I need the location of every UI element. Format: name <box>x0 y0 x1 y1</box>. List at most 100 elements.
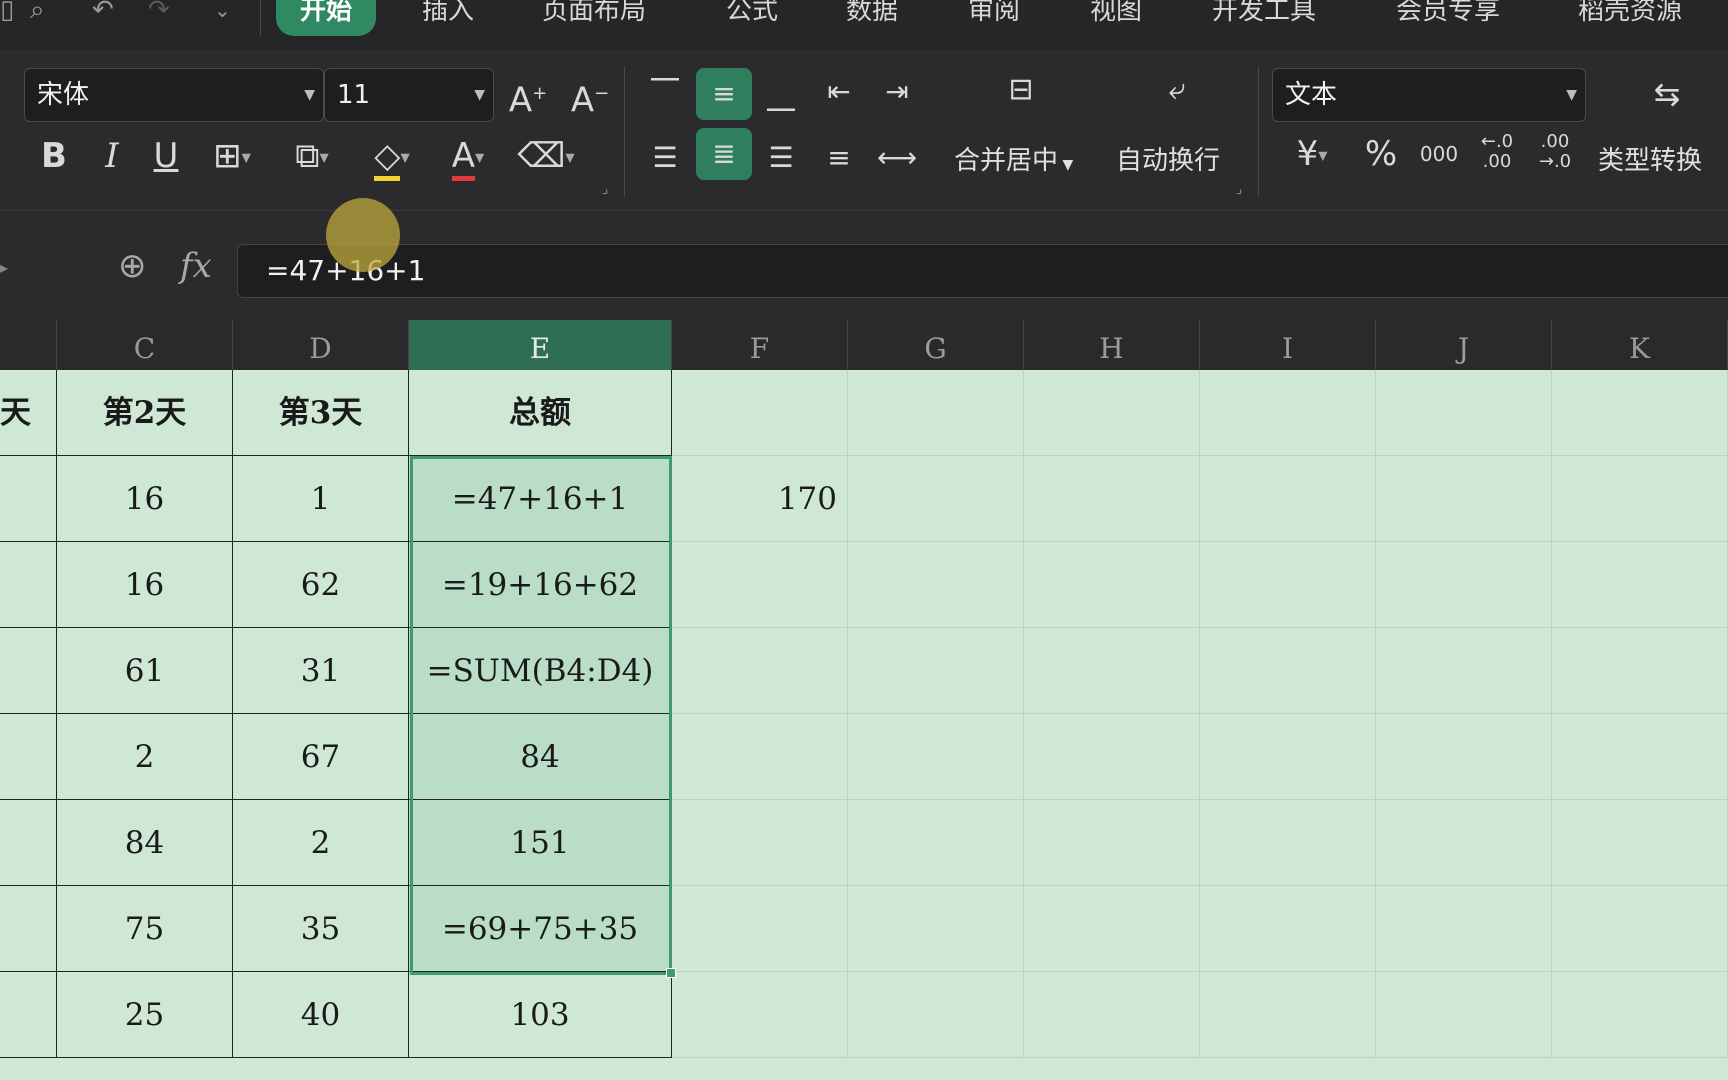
merge-center-icon[interactable]: ⊟ <box>990 70 1052 120</box>
cell[interactable] <box>1376 542 1552 628</box>
cell[interactable] <box>1024 628 1200 714</box>
cell[interactable] <box>1024 456 1200 542</box>
cell[interactable] <box>0 456 57 542</box>
table-cell[interactable]: 84 <box>57 800 233 886</box>
cell[interactable] <box>1552 370 1728 456</box>
type-convert-button[interactable]: 类型转换 <box>1598 146 1702 176</box>
cell[interactable] <box>1024 542 1200 628</box>
header-cell[interactable]: 总额 <box>409 370 672 456</box>
fill-handle[interactable] <box>666 968 676 978</box>
decrease-font-icon[interactable]: A− <box>566 74 614 120</box>
cell[interactable] <box>1024 714 1200 800</box>
cell[interactable] <box>1200 972 1376 1058</box>
decrease-decimal-icon[interactable]: .00 →.0 <box>1530 132 1580 172</box>
type-convert-icon[interactable]: ⇆ <box>1636 74 1698 114</box>
table-cell[interactable]: 1 <box>233 456 409 542</box>
cell[interactable] <box>1376 714 1552 800</box>
align-center-icon[interactable]: ≣ <box>696 128 752 180</box>
cell[interactable] <box>0 714 57 800</box>
column-header-i[interactable]: I <box>1200 320 1376 370</box>
cell[interactable] <box>848 628 1024 714</box>
table-cell[interactable]: 25 <box>57 972 233 1058</box>
cell[interactable] <box>1200 370 1376 456</box>
column-header-c[interactable]: C <box>57 320 233 370</box>
cell[interactable] <box>848 714 1024 800</box>
increase-font-icon[interactable]: A+ <box>504 74 552 120</box>
cell[interactable] <box>1024 800 1200 886</box>
align-bottom-icon[interactable]: ⎽ <box>758 76 804 116</box>
bold-icon[interactable]: B <box>34 136 74 176</box>
cell[interactable] <box>0 972 57 1058</box>
tab-page-layout[interactable]: 页面布局 <box>542 0 646 36</box>
font-dialog-launcher-icon[interactable]: ⌟ <box>598 182 612 196</box>
cell[interactable] <box>1376 456 1552 542</box>
zoom-search-icon[interactable]: ⊕ <box>118 246 147 286</box>
tab-member[interactable]: 会员专享 <box>1396 0 1500 36</box>
tab-home[interactable]: 开始 <box>276 0 377 36</box>
table-cell[interactable]: 16 <box>57 542 233 628</box>
number-format-select[interactable]: 文本 ▼ <box>1272 68 1586 122</box>
table-cell[interactable]: 2 <box>57 714 233 800</box>
table-cell[interactable]: 103 <box>409 972 672 1058</box>
cell[interactable] <box>848 800 1024 886</box>
distributed-align-icon[interactable]: ⟷ <box>874 138 920 178</box>
align-top-icon[interactable]: ⎺ <box>642 72 688 112</box>
cell[interactable] <box>1200 542 1376 628</box>
print-preview-icon[interactable]: ⌕ <box>30 0 45 28</box>
align-middle-icon[interactable]: ≡ <box>696 68 752 120</box>
cell[interactable] <box>848 972 1024 1058</box>
customize-toolbar-icon[interactable]: ⌄ <box>214 0 231 28</box>
table-cell[interactable] <box>672 886 848 972</box>
name-box-dropdown-icon[interactable]: ▸ <box>0 258 8 277</box>
cell[interactable] <box>1200 714 1376 800</box>
cell[interactable] <box>1552 714 1728 800</box>
table-cell[interactable]: 62 <box>233 542 409 628</box>
decrease-indent-icon[interactable]: ⇤ <box>816 72 862 112</box>
save-icon[interactable]: ▯ <box>0 0 14 28</box>
increase-decimal-icon[interactable]: ←.0 .00 <box>1472 132 1522 172</box>
table-cell[interactable] <box>672 972 848 1058</box>
table-cell[interactable]: 16 <box>57 456 233 542</box>
tab-developer[interactable]: 开发工具 <box>1212 0 1316 36</box>
font-color-icon[interactable]: A▼ <box>436 136 500 181</box>
font-size-select[interactable]: 11 ▼ <box>324 68 494 122</box>
column-header-partial[interactable] <box>0 320 57 370</box>
cell[interactable] <box>1552 972 1728 1058</box>
tab-data[interactable]: 数据 <box>846 0 898 36</box>
wrap-text-icon[interactable]: ⤶ <box>1146 70 1208 120</box>
cell[interactable] <box>1376 886 1552 972</box>
cell[interactable] <box>672 370 848 456</box>
table-cell[interactable]: 75 <box>57 886 233 972</box>
cell[interactable] <box>848 542 1024 628</box>
percent-icon[interactable]: % <box>1358 134 1404 174</box>
tab-formulas[interactable]: 公式 <box>726 0 778 36</box>
align-right-icon[interactable]: ☰ <box>758 138 804 178</box>
cell[interactable] <box>0 886 57 972</box>
header-cell[interactable]: 第2天 <box>57 370 233 456</box>
wrap-text-button[interactable]: 自动换行 <box>1116 146 1220 176</box>
font-name-select[interactable]: 宋体 ▼ <box>24 68 324 122</box>
fill-color-icon[interactable]: ◇▼ <box>358 136 426 181</box>
cell[interactable] <box>1200 628 1376 714</box>
tab-docer[interactable]: 稻壳资源 <box>1578 0 1682 36</box>
cell[interactable] <box>1024 972 1200 1058</box>
cell[interactable] <box>1200 886 1376 972</box>
align-left-icon[interactable]: ☰ <box>642 138 688 178</box>
cell[interactable] <box>1552 628 1728 714</box>
table-cell[interactable]: 40 <box>233 972 409 1058</box>
cell[interactable] <box>1200 456 1376 542</box>
cell[interactable] <box>848 886 1024 972</box>
cell-style-icon[interactable]: ⧉▼ <box>280 136 344 178</box>
borders-icon[interactable]: ⊞▼ <box>202 136 262 178</box>
column-header-g[interactable]: G <box>848 320 1024 370</box>
cell[interactable] <box>1376 628 1552 714</box>
cell[interactable] <box>848 370 1024 456</box>
table-cell[interactable] <box>672 800 848 886</box>
underline-icon[interactable]: U <box>146 136 186 176</box>
column-header-e[interactable]: E <box>409 320 672 370</box>
cell[interactable] <box>1376 370 1552 456</box>
increase-indent-icon[interactable]: ⇥ <box>874 72 920 112</box>
currency-icon[interactable]: ¥▼ <box>1276 134 1348 176</box>
header-cell[interactable]: 第3天 <box>233 370 409 456</box>
column-header-h[interactable]: H <box>1024 320 1200 370</box>
